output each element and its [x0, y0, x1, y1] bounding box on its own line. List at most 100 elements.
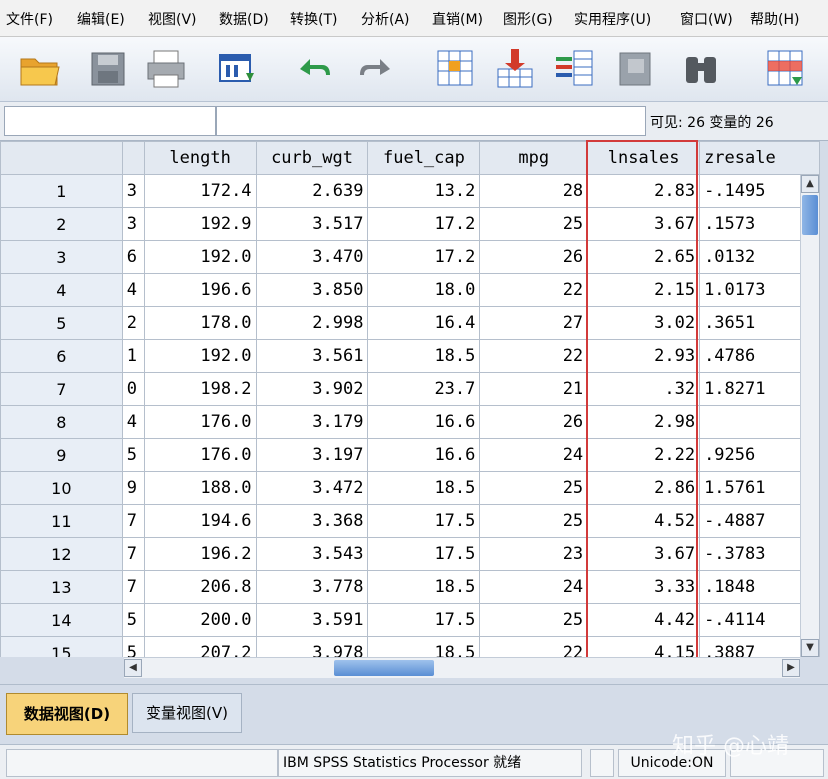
scroll-right-icon[interactable]: ▶ [782, 659, 800, 677]
cell-mpg[interactable]: 26 [479, 405, 589, 439]
row-number[interactable]: 12 [0, 537, 123, 571]
cell-curb-wgt[interactable]: 3.368 [255, 504, 369, 538]
cell-c0[interactable]: 9 [121, 471, 145, 505]
cell-curb-wgt[interactable]: 2.639 [255, 174, 369, 208]
cell-fuel-cap[interactable]: 17.5 [367, 537, 481, 571]
cell-c0[interactable]: 2 [121, 306, 145, 340]
scroll-down-icon[interactable]: ▼ [801, 639, 819, 657]
variables-icon[interactable] [554, 47, 598, 91]
cell-c0[interactable]: 7 [121, 537, 145, 571]
cell-c0[interactable]: 5 [121, 438, 145, 472]
cell-mpg[interactable]: 21 [479, 372, 589, 406]
cell-lnsales[interactable]: 2.86 [587, 471, 701, 505]
redo-icon[interactable] [354, 47, 398, 91]
cell-curb-wgt[interactable]: 3.850 [255, 273, 369, 307]
cell-fuel-cap[interactable]: 18.0 [367, 273, 481, 307]
cell-curb-wgt[interactable]: 3.472 [255, 471, 369, 505]
tab-data-view[interactable]: 数据视图(D) [6, 693, 128, 735]
column-header[interactable] [121, 141, 145, 175]
cell-lnsales[interactable]: 3.33 [587, 570, 701, 604]
cell-length[interactable]: 200.0 [143, 603, 257, 637]
horizontal-scroll-thumb[interactable] [334, 660, 434, 676]
cell-curb-wgt[interactable]: 3.470 [255, 240, 369, 274]
cell-fuel-cap[interactable]: 16.4 [367, 306, 481, 340]
corner-cell[interactable] [0, 141, 123, 175]
menu-item[interactable]: 分析(A) [361, 9, 410, 29]
save-icon[interactable] [86, 47, 130, 91]
row-number[interactable]: 8 [0, 405, 123, 439]
cell-length[interactable]: 194.6 [143, 504, 257, 538]
cell-c0[interactable]: 5 [121, 636, 145, 657]
menu-item[interactable]: 视图(V) [148, 9, 197, 29]
find-icon[interactable] [614, 47, 658, 91]
menu-item[interactable]: 帮助(H) [750, 9, 799, 29]
cell-lnsales[interactable]: 2.65 [587, 240, 701, 274]
row-number[interactable]: 4 [0, 273, 123, 307]
cell-length[interactable]: 192.0 [143, 240, 257, 274]
vertical-scrollbar[interactable]: ▲ ▼ [800, 175, 819, 657]
dialog-recall-icon[interactable] [216, 47, 260, 91]
cell-mpg[interactable]: 25 [479, 471, 589, 505]
cell-fuel-cap[interactable]: 18.5 [367, 570, 481, 604]
cell-lnsales[interactable]: 2.22 [587, 438, 701, 472]
cell-length[interactable]: 192.9 [143, 207, 257, 241]
cell-lnsales[interactable]: 2.83 [587, 174, 701, 208]
menu-item[interactable]: 直销(M) [432, 9, 483, 29]
cell-curb-wgt[interactable]: 3.591 [255, 603, 369, 637]
cell-fuel-cap[interactable]: 18.5 [367, 471, 481, 505]
cell-curb-wgt[interactable]: 3.179 [255, 405, 369, 439]
cell-mpg[interactable]: 28 [479, 174, 589, 208]
cell-fuel-cap[interactable]: 13.2 [367, 174, 481, 208]
cell-fuel-cap[interactable]: 17.2 [367, 240, 481, 274]
cell-mpg[interactable]: 27 [479, 306, 589, 340]
cell-curb-wgt[interactable]: 3.778 [255, 570, 369, 604]
row-number[interactable]: 15 [0, 636, 123, 657]
cell-mpg[interactable]: 25 [479, 207, 589, 241]
cell-fuel-cap[interactable]: 17.5 [367, 504, 481, 538]
column-header-curb-wgt[interactable]: curb_wgt [255, 141, 369, 175]
cell-c0[interactable]: 6 [121, 240, 145, 274]
row-number[interactable]: 13 [0, 570, 123, 604]
cell-length[interactable]: 196.2 [143, 537, 257, 571]
cell-curb-wgt[interactable]: 3.978 [255, 636, 369, 657]
cell-length[interactable]: 207.2 [143, 636, 257, 657]
row-number[interactable]: 7 [0, 372, 123, 406]
cell-lnsales[interactable]: 2.98 [587, 405, 701, 439]
cell-mpg[interactable]: 22 [479, 273, 589, 307]
cell-c0[interactable]: 4 [121, 405, 145, 439]
menu-item[interactable]: 文件(F) [6, 9, 53, 29]
cell-c0[interactable]: 5 [121, 603, 145, 637]
undo-icon[interactable] [292, 47, 336, 91]
cell-length[interactable]: 192.0 [143, 339, 257, 373]
menu-item[interactable]: 实用程序(U) [574, 9, 651, 29]
cell-mpg[interactable]: 22 [479, 339, 589, 373]
binoculars-icon[interactable] [680, 47, 724, 91]
row-number[interactable]: 9 [0, 438, 123, 472]
row-number[interactable]: 10 [0, 471, 123, 505]
cell-curb-wgt[interactable]: 3.197 [255, 438, 369, 472]
menu-item[interactable]: 数据(D) [219, 9, 269, 29]
cell-fuel-cap[interactable]: 18.5 [367, 339, 481, 373]
cell-reference-field[interactable] [4, 106, 216, 136]
cell-c0[interactable]: 3 [121, 207, 145, 241]
cell-c0[interactable]: 1 [121, 339, 145, 373]
cell-length[interactable]: 172.4 [143, 174, 257, 208]
goto-variable-icon[interactable] [494, 47, 538, 91]
cell-fuel-cap[interactable]: 16.6 [367, 405, 481, 439]
cell-lnsales[interactable]: 3.02 [587, 306, 701, 340]
menu-item[interactable]: 编辑(E) [77, 9, 125, 29]
cell-mpg[interactable]: 23 [479, 537, 589, 571]
cell-curb-wgt[interactable]: 2.998 [255, 306, 369, 340]
cell-curb-wgt[interactable]: 3.543 [255, 537, 369, 571]
cell-mpg[interactable]: 25 [479, 603, 589, 637]
row-number[interactable]: 5 [0, 306, 123, 340]
cell-c0[interactable]: 7 [121, 504, 145, 538]
row-number[interactable]: 11 [0, 504, 123, 538]
row-number[interactable]: 1 [0, 174, 123, 208]
cell-curb-wgt[interactable]: 3.561 [255, 339, 369, 373]
column-header-mpg[interactable]: mpg [479, 141, 589, 175]
row-number[interactable]: 2 [0, 207, 123, 241]
cell-length[interactable]: 196.6 [143, 273, 257, 307]
menu-item[interactable]: 图形(G) [503, 9, 553, 29]
column-header-zresale[interactable]: zresale [699, 141, 820, 175]
